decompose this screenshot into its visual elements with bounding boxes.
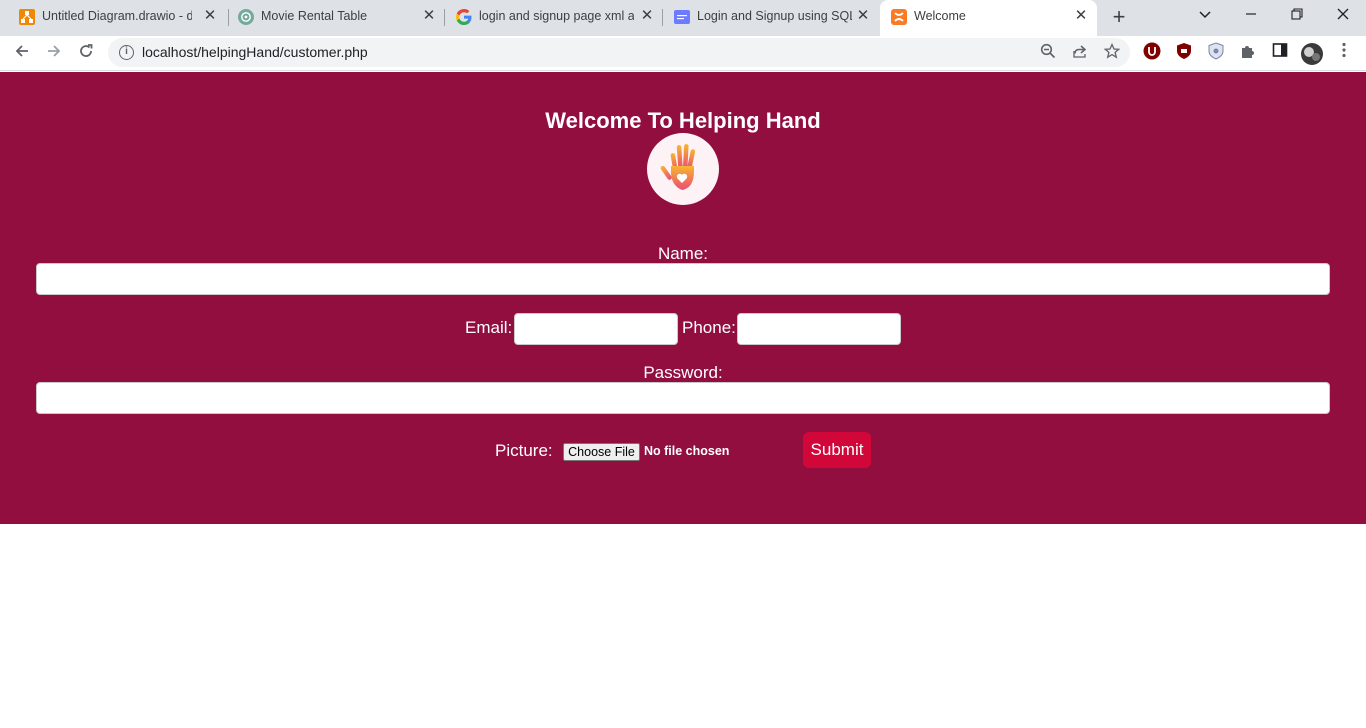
tab-strip: Untitled Diagram.drawio - dr ✕ Movie Ren… xyxy=(0,0,1366,36)
ublock-shield-extension-icon[interactable] xyxy=(1174,42,1194,62)
password-input[interactable] xyxy=(36,382,1330,414)
address-bar[interactable]: i localhost/helpingHand/customer.php xyxy=(108,38,1130,67)
phone-input[interactable] xyxy=(737,313,901,345)
profile-avatar[interactable] xyxy=(1300,42,1324,65)
password-label: Password: xyxy=(643,363,723,382)
minimize-icon[interactable] xyxy=(1239,5,1263,27)
tab-google-search[interactable]: login and signup page xml ar ✕ xyxy=(445,0,663,34)
close-icon[interactable]: ✕ xyxy=(1073,8,1089,24)
tab-login-signup-sqlite[interactable]: Login and Signup using SQLi ✕ xyxy=(663,0,879,34)
tab-search-icon[interactable] xyxy=(1193,5,1217,27)
tab-title: Movie Rental Table xyxy=(261,9,368,23)
submit-button[interactable]: Submit xyxy=(803,432,871,468)
name-label: Name: xyxy=(657,244,709,263)
close-icon[interactable]: ✕ xyxy=(639,8,655,24)
name-input[interactable] xyxy=(36,263,1330,295)
file-status-text: No file chosen xyxy=(644,444,730,458)
privacy-shield-extension-icon[interactable] xyxy=(1206,42,1226,62)
browser-toolbar: i localhost/helpingHand/customer.php xyxy=(0,36,1366,71)
url-text[interactable]: localhost/helpingHand/customer.php xyxy=(142,44,368,60)
close-window-icon[interactable] xyxy=(1331,5,1355,27)
phone-label: Phone: xyxy=(682,318,736,337)
hand-heart-icon xyxy=(660,144,696,190)
new-tab-button[interactable]: + xyxy=(1108,6,1130,29)
tab-drawio[interactable]: Untitled Diagram.drawio - dr ✕ xyxy=(8,0,226,34)
close-icon[interactable]: ✕ xyxy=(202,8,218,24)
close-icon[interactable]: ✕ xyxy=(855,8,871,24)
tab-title: Welcome xyxy=(914,9,966,23)
restore-icon[interactable] xyxy=(1285,5,1309,27)
tab-title: login and signup page xml ar xyxy=(479,9,634,23)
page-title: Welcome To Helping Hand xyxy=(545,108,821,133)
tab-movie-rental[interactable]: Movie Rental Table ✕ xyxy=(227,0,445,34)
google-icon xyxy=(456,9,472,25)
picture-label: Picture: xyxy=(495,441,553,460)
share-icon[interactable] xyxy=(1070,43,1090,63)
choose-file-button[interactable]: Choose File xyxy=(563,443,640,461)
registration-panel: Welcome To Helping Hand Name: Email: Pho… xyxy=(0,72,1366,524)
back-icon[interactable] xyxy=(11,42,33,64)
zoom-icon[interactable] xyxy=(1038,43,1058,63)
browser-menu-icon[interactable] xyxy=(1334,42,1354,62)
email-label: Email: xyxy=(465,318,513,337)
bookmark-star-icon[interactable] xyxy=(1102,42,1122,63)
reload-icon[interactable] xyxy=(75,42,97,64)
tab-title: Login and Signup using SQLi xyxy=(697,9,852,23)
tab-welcome[interactable]: Welcome ✕ xyxy=(880,0,1097,36)
tab-title: Untitled Diagram.drawio - dr xyxy=(42,9,192,23)
site-icon xyxy=(674,10,690,24)
extensions-puzzle-icon[interactable] xyxy=(1238,42,1258,62)
info-icon[interactable]: i xyxy=(119,45,134,60)
side-panel-icon[interactable] xyxy=(1270,42,1290,62)
close-icon[interactable]: ✕ xyxy=(421,8,437,24)
chatgpt-icon xyxy=(238,9,254,25)
forward-icon[interactable] xyxy=(43,42,65,64)
ublock-origin-extension-icon[interactable] xyxy=(1142,42,1162,62)
xampp-icon xyxy=(891,9,907,25)
helping-hand-logo xyxy=(647,133,719,205)
drawio-icon xyxy=(19,9,35,25)
email-input[interactable] xyxy=(514,313,678,345)
